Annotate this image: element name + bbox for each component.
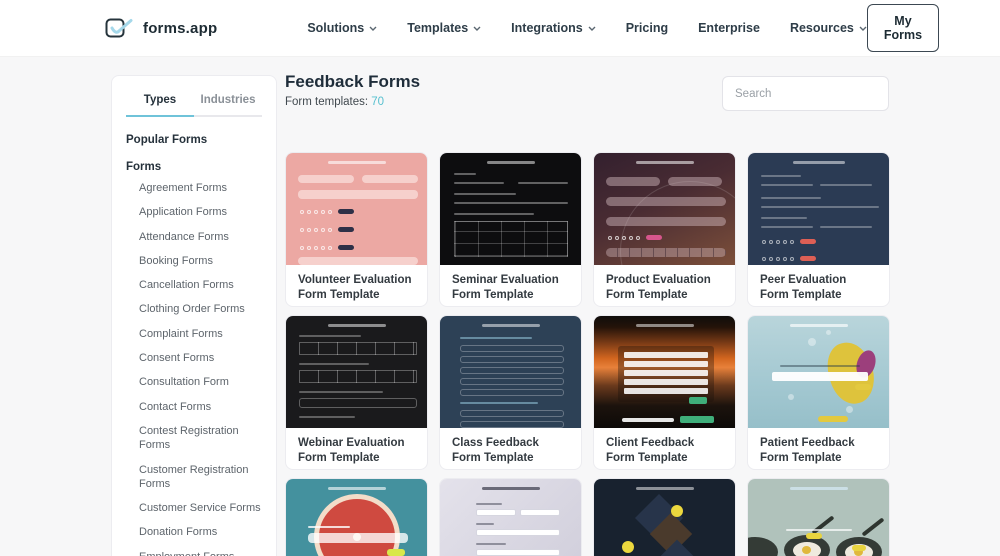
chevron-down-icon	[859, 26, 867, 31]
sidebar-category-item[interactable]: Contact Forms	[126, 395, 262, 419]
chevron-down-icon	[588, 26, 596, 31]
forms-app-logo[interactable]: forms.app	[105, 16, 217, 40]
sidebar-category-item[interactable]: Attendance Forms	[126, 225, 262, 249]
template-card-row3-4[interactable]	[747, 478, 890, 556]
templates-main-area: Feedback Forms Form templates: 70	[285, 72, 890, 556]
main-nav: Solutions Templates Integrations Pricing…	[307, 21, 867, 35]
sidebar-category-item[interactable]: Contest Registration Forms	[126, 419, 262, 458]
nav-item-integrations[interactable]: Integrations	[511, 21, 596, 35]
sidebar-category-item[interactable]: Customer Registration Forms	[126, 458, 262, 497]
tab-types[interactable]: Types	[126, 90, 194, 117]
template-card-volunteer-evaluation[interactable]: Volunteer Evaluation Form Template	[285, 152, 428, 307]
template-thumbnail	[748, 153, 889, 265]
sidebar-category-item[interactable]: Cancellation Forms	[126, 273, 262, 297]
nav-item-templates[interactable]: Templates	[407, 21, 481, 35]
sidebar-category-item[interactable]: Donation Forms	[126, 520, 262, 544]
template-card-title: Patient Feedback Form Template	[748, 428, 889, 469]
template-card-client-feedback[interactable]: Client Feedback Form Template	[593, 315, 736, 470]
my-forms-button[interactable]: My Forms	[867, 4, 939, 52]
sidebar-tabs: Types Industries	[126, 90, 262, 117]
template-card-peer-evaluation[interactable]: Peer Evaluation Form Template	[747, 152, 890, 307]
template-count-value: 70	[371, 96, 384, 108]
template-thumbnail	[594, 153, 735, 265]
chevron-down-icon	[369, 26, 377, 31]
template-card-title: Webinar Evaluation Form Template	[286, 428, 427, 469]
tab-industries[interactable]: Industries	[194, 90, 262, 117]
template-thumbnail	[286, 479, 427, 556]
template-thumbnail	[440, 153, 581, 265]
category-sidebar: Types Industries Popular Forms Forms Agr…	[111, 75, 277, 556]
sidebar-category-item[interactable]: Booking Forms	[126, 249, 262, 273]
sidebar-category-item[interactable]: Complaint Forms	[126, 322, 262, 346]
template-thumbnail	[748, 479, 889, 556]
template-thumbnail	[594, 316, 735, 428]
sidebar-category-item[interactable]: Consent Forms	[126, 346, 262, 370]
template-card-title: Client Feedback Form Template	[594, 428, 735, 469]
template-card-title: Product Evaluation Form Template	[594, 265, 735, 306]
sidebar-category-item[interactable]: Agreement Forms	[126, 176, 262, 200]
template-card-title: Volunteer Evaluation Form Template	[286, 265, 427, 306]
template-card-row3-3[interactable]	[593, 478, 736, 556]
template-grid: Volunteer Evaluation Form Template Semin…	[285, 152, 890, 556]
nav-item-resources[interactable]: Resources	[790, 21, 867, 35]
sidebar-category-list: Agreement FormsApplication FormsAttendan…	[126, 176, 262, 556]
search-input[interactable]	[735, 88, 889, 100]
sidebar-category-item[interactable]: Employment Forms	[126, 545, 262, 556]
template-card-product-evaluation[interactable]: Product Evaluation Form Template	[593, 152, 736, 307]
sidebar-category-item[interactable]: Clothing Order Forms	[126, 297, 262, 321]
forms-app-logo-icon	[105, 16, 135, 40]
template-card-class-feedback[interactable]: Class Feedback Form Template	[439, 315, 582, 470]
template-thumbnail	[440, 479, 581, 556]
template-search-box	[722, 76, 889, 111]
chevron-down-icon	[473, 26, 481, 31]
nav-item-pricing[interactable]: Pricing	[626, 21, 668, 35]
template-thumbnail	[594, 479, 735, 556]
template-card-webinar-evaluation[interactable]: Webinar Evaluation Form Template	[285, 315, 428, 470]
template-thumbnail	[748, 316, 889, 428]
template-card-title: Class Feedback Form Template	[440, 428, 581, 469]
sidebar-section-forms[interactable]: Forms	[126, 161, 262, 173]
nav-item-solutions[interactable]: Solutions	[307, 21, 377, 35]
template-card-title: Seminar Evaluation Form Template	[440, 265, 581, 306]
sidebar-category-item[interactable]: Customer Service Forms	[126, 496, 262, 520]
page-body: Types Industries Popular Forms Forms Agr…	[0, 57, 1000, 556]
template-thumbnail	[286, 153, 427, 265]
top-navigation-bar: forms.app Solutions Templates Integratio…	[0, 0, 1000, 57]
template-card-seminar-evaluation[interactable]: Seminar Evaluation Form Template	[439, 152, 582, 307]
sidebar-section-popular-forms[interactable]: Popular Forms	[126, 134, 262, 146]
template-card-patient-feedback[interactable]: Patient Feedback Form Template	[747, 315, 890, 470]
template-card-row3-2[interactable]	[439, 478, 582, 556]
sidebar-category-item[interactable]: Application Forms	[126, 200, 262, 224]
template-thumbnail	[286, 316, 427, 428]
sidebar-category-item[interactable]: Consultation Form	[126, 370, 262, 394]
template-card-title: Peer Evaluation Form Template	[748, 265, 889, 306]
nav-item-enterprise[interactable]: Enterprise	[698, 21, 760, 35]
forms-app-logo-text: forms.app	[143, 20, 217, 37]
template-card-row3-1[interactable]	[285, 478, 428, 556]
template-thumbnail	[440, 316, 581, 428]
